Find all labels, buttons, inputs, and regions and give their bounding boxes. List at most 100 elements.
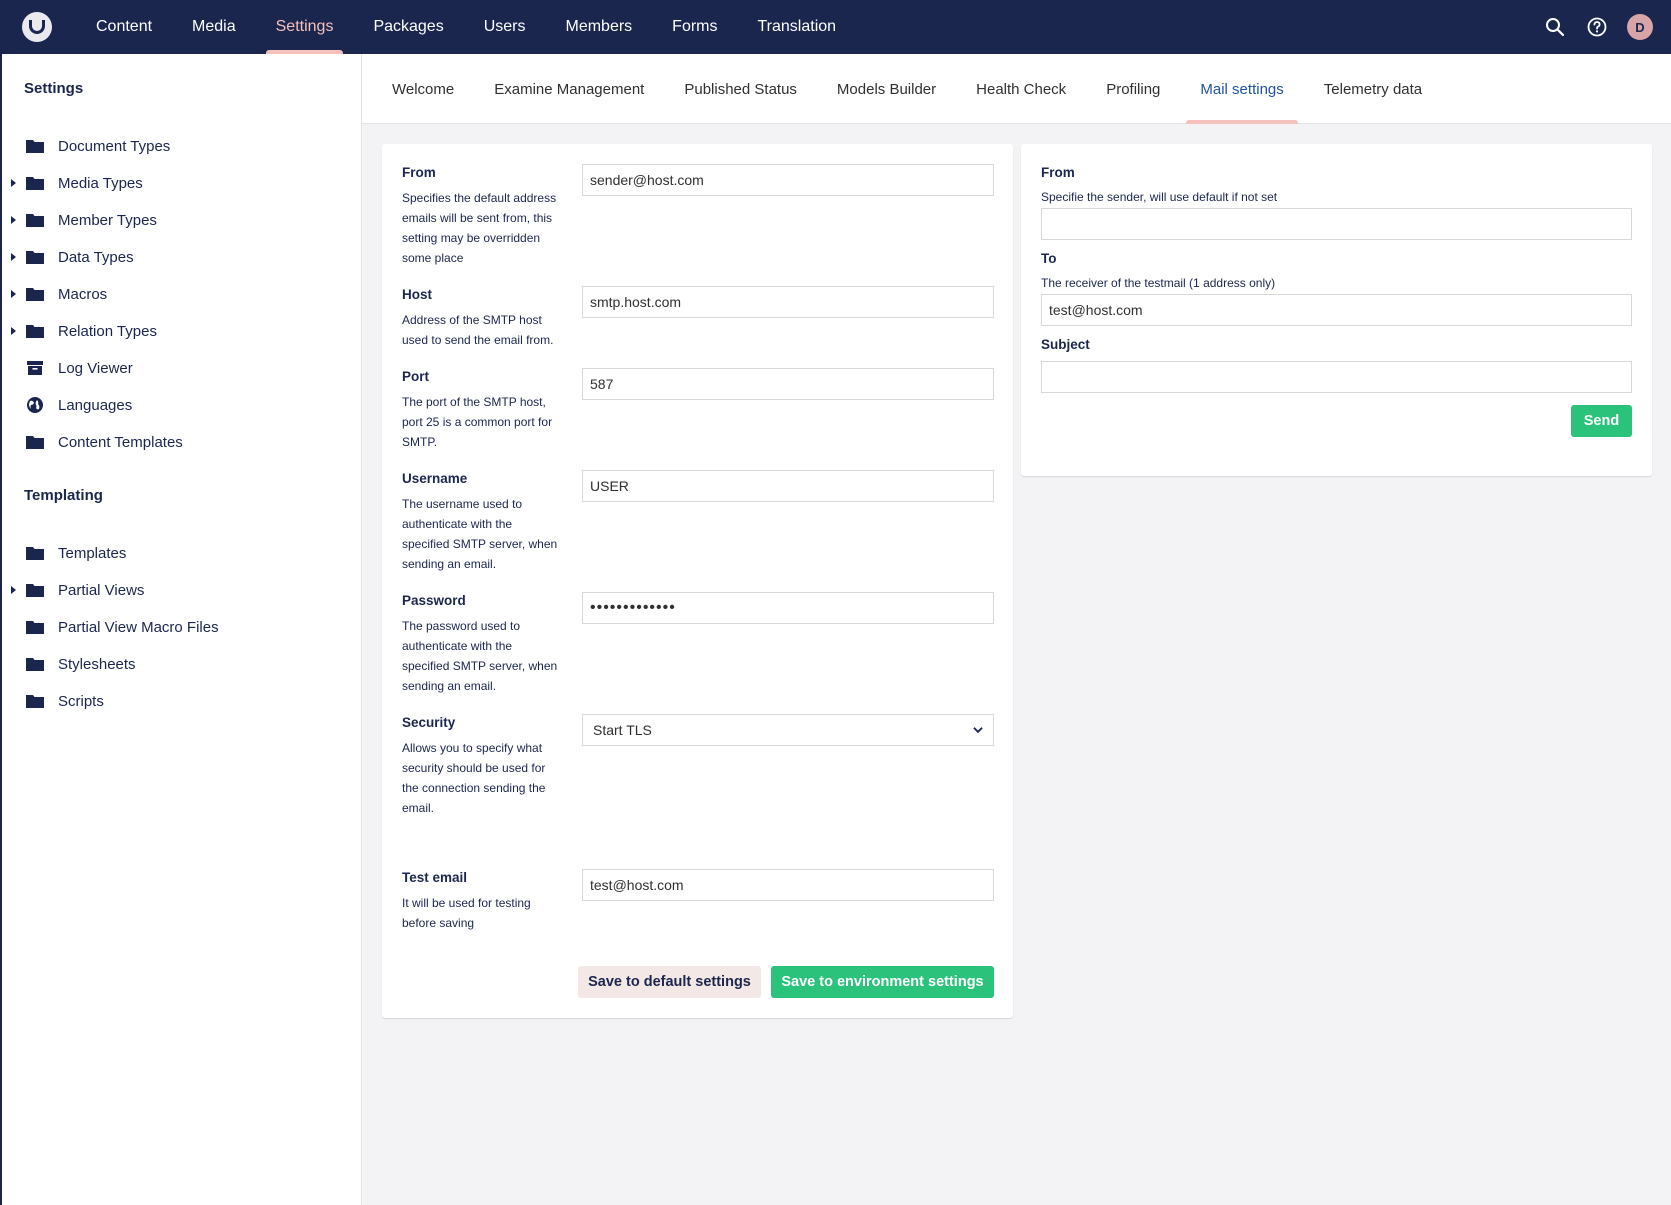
mail-settings-panel: From Specifies the default address email…: [382, 144, 1013, 1018]
test-from-label: From: [1041, 165, 1075, 180]
tree-item-data-types[interactable]: Data Types: [2, 241, 360, 273]
expand-caret-icon[interactable]: [11, 586, 23, 594]
tab-mail-settings[interactable]: Mail settings: [1180, 54, 1303, 124]
send-test-mail-button[interactable]: Send: [1571, 405, 1632, 437]
section-nav: Content Media Settings Packages Users Me…: [76, 0, 856, 54]
tree-item-content-templates[interactable]: Content Templates: [2, 426, 360, 458]
tab-welcome[interactable]: Welcome: [372, 54, 474, 124]
host-description: Address of the SMTP host used to send th…: [402, 313, 554, 347]
from-description: Specifies the default address emails wil…: [402, 191, 557, 265]
port-input[interactable]: [582, 368, 994, 400]
tree-item-partial-view-macro-files[interactable]: Partial View Macro Files: [2, 611, 360, 643]
expand-caret-icon[interactable]: [11, 327, 23, 335]
tree-item-partial-views[interactable]: Partial Views: [2, 574, 360, 606]
folder-icon: [26, 286, 44, 302]
security-label: Security: [402, 715, 456, 730]
expand-caret-icon[interactable]: [11, 216, 23, 224]
top-navigation-bar: Content Media Settings Packages Users Me…: [0, 0, 1671, 54]
nav-settings[interactable]: Settings: [256, 0, 354, 54]
tree-item-label: Relation Types: [58, 322, 157, 340]
tab-examine-management[interactable]: Examine Management: [474, 54, 664, 124]
tree-item-log-viewer[interactable]: Log Viewer: [2, 352, 360, 384]
tree-item-label: Media Types: [58, 174, 143, 192]
tree-item-label: Partial View Macro Files: [58, 618, 219, 636]
security-selected-value: Start TLS: [593, 722, 652, 738]
chevron-down-icon: [973, 725, 983, 735]
tree-item-templates[interactable]: Templates: [2, 537, 360, 569]
tree-item-label: Stylesheets: [58, 655, 136, 673]
tree-item-languages[interactable]: Languages: [2, 389, 360, 421]
tab-telemetry-data[interactable]: Telemetry data: [1304, 54, 1442, 124]
password-input[interactable]: •••••••••••••: [582, 592, 994, 624]
tree-item-label: Document Types: [58, 137, 171, 155]
tree-item-member-types[interactable]: Member Types: [2, 204, 360, 236]
password-description: The password used to authenticate with t…: [402, 619, 558, 693]
folder-icon: [26, 582, 44, 598]
test-subject-label: Subject: [1041, 337, 1090, 352]
tree-item-document-types[interactable]: Document Types: [2, 130, 360, 162]
save-environment-settings-button[interactable]: Save to environment settings: [771, 966, 994, 998]
umbraco-logo-icon[interactable]: [22, 12, 52, 42]
tree-item-scripts[interactable]: Scripts: [2, 685, 360, 717]
nav-media[interactable]: Media: [172, 0, 256, 54]
folder-icon: [26, 138, 44, 154]
test-to-label: To: [1041, 251, 1057, 266]
nav-translation[interactable]: Translation: [738, 0, 857, 54]
tree-item-label: Log Viewer: [58, 359, 133, 377]
tab-models-builder[interactable]: Models Builder: [817, 54, 956, 124]
nav-content[interactable]: Content: [76, 0, 172, 54]
test-subject-input[interactable]: [1041, 361, 1632, 393]
tree-item-stylesheets[interactable]: Stylesheets: [2, 648, 360, 680]
tab-profiling[interactable]: Profiling: [1086, 54, 1180, 124]
help-icon[interactable]: [1585, 15, 1609, 39]
test-from-description: Specifie the sender, will use default if…: [1041, 190, 1278, 204]
username-input[interactable]: [582, 470, 994, 502]
password-label: Password: [402, 593, 466, 608]
test-email-description: It will be used for testing before savin…: [402, 896, 531, 930]
expand-caret-icon[interactable]: [11, 253, 23, 261]
settings-tree: Settings Document Types Media Types Memb…: [0, 54, 362, 1205]
user-avatar[interactable]: D: [1627, 14, 1653, 40]
port-label: Port: [402, 369, 429, 384]
folder-icon: [26, 656, 44, 672]
test-mail-panel: From Specifie the sender, will use defau…: [1021, 144, 1652, 476]
nav-forms[interactable]: Forms: [652, 0, 737, 54]
tree-item-label: Scripts: [58, 692, 104, 710]
security-select[interactable]: Start TLS: [582, 714, 994, 746]
folder-icon: [26, 545, 44, 561]
test-from-input[interactable]: [1041, 208, 1632, 240]
host-input[interactable]: [582, 286, 994, 318]
tree-item-label: Content Templates: [58, 433, 183, 451]
globe-icon: [26, 397, 44, 413]
nav-members[interactable]: Members: [545, 0, 652, 54]
security-description: Allows you to specify what security shou…: [402, 741, 546, 815]
username-description: The username used to authenticate with t…: [402, 497, 558, 571]
tree-item-label: Templates: [58, 544, 127, 562]
folder-icon: [26, 249, 44, 265]
test-email-input[interactable]: [582, 869, 994, 901]
tree-item-label: Partial Views: [58, 581, 145, 599]
test-to-input[interactable]: [1041, 294, 1632, 326]
port-description: The port of the SMTP host, port 25 is a …: [402, 395, 553, 449]
test-to-description: The receiver of the testmail (1 address …: [1041, 276, 1276, 290]
folder-icon: [26, 434, 44, 450]
search-icon[interactable]: [1543, 15, 1567, 39]
host-label: Host: [402, 287, 432, 302]
expand-caret-icon[interactable]: [11, 290, 23, 298]
tree-item-relation-types[interactable]: Relation Types: [2, 315, 360, 347]
dashboard-tabs: Welcome Examine Management Published Sta…: [362, 54, 1671, 124]
tree-item-macros[interactable]: Macros: [2, 278, 360, 310]
nav-packages[interactable]: Packages: [353, 0, 463, 54]
expand-caret-icon[interactable]: [11, 179, 23, 187]
tree-heading-templating: Templating: [24, 487, 103, 504]
nav-users[interactable]: Users: [464, 0, 546, 54]
folder-icon: [26, 323, 44, 339]
save-default-settings-button[interactable]: Save to default settings: [578, 966, 761, 998]
from-label: From: [402, 165, 436, 180]
tree-heading-settings: Settings: [24, 80, 84, 97]
tab-published-status[interactable]: Published Status: [664, 54, 817, 124]
from-input[interactable]: [582, 164, 994, 196]
folder-icon: [26, 619, 44, 635]
tree-item-media-types[interactable]: Media Types: [2, 167, 360, 199]
tab-health-check[interactable]: Health Check: [956, 54, 1086, 124]
